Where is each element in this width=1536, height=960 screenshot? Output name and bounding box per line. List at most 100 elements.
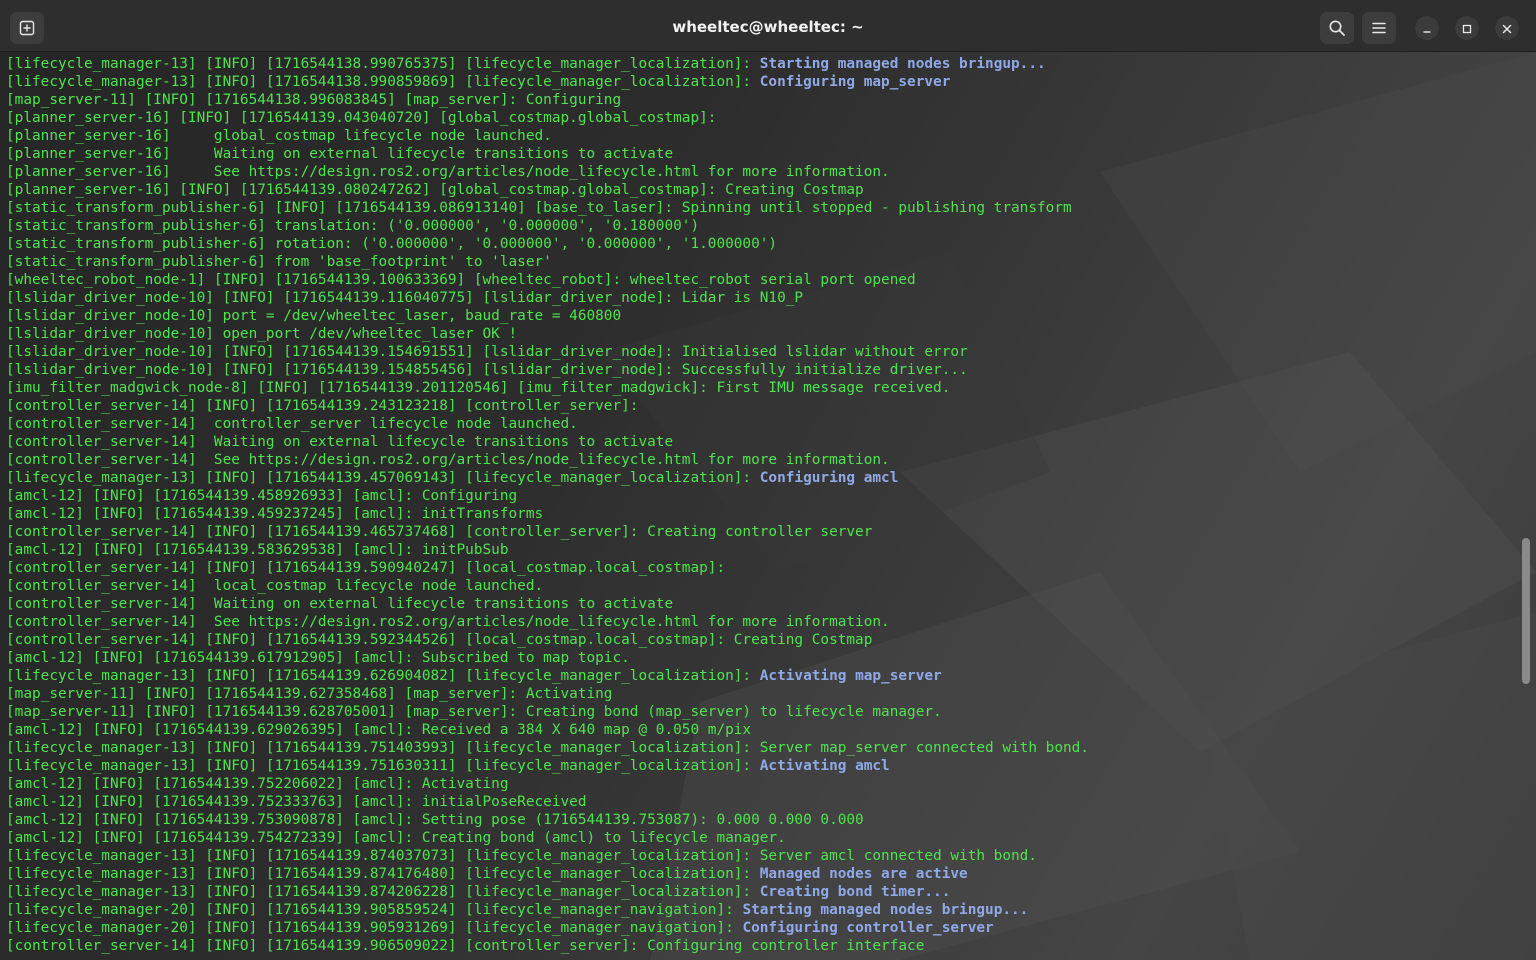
log-line-text: [planner_server-16] global_costmap lifec… <box>6 128 552 144</box>
log-line: [amcl-12] [INFO] [1716544139.754272339] … <box>6 829 1514 847</box>
log-line-text: [planner_server-16] See https://design.r… <box>6 164 890 180</box>
log-line-text: [controller_server-14] Waiting on extern… <box>6 596 674 612</box>
log-line-text: [amcl-12] [INFO] [1716544139.753090878] … <box>6 812 864 828</box>
log-line: [lifecycle_manager-20] [INFO] [171654413… <box>6 901 1514 919</box>
log-line: [controller_server-14] Waiting on extern… <box>6 595 1514 613</box>
log-line-text: [lslidar_driver_node-10] port = /dev/whe… <box>6 308 622 324</box>
minimize-icon <box>1422 19 1432 38</box>
log-line-highlight: Configuring amcl <box>759 470 899 486</box>
log-line-text: [amcl-12] [INFO] [1716544139.752206022] … <box>6 776 509 792</box>
log-line-text: [amcl-12] [INFO] [1716544139.459237245] … <box>6 506 544 522</box>
log-line-text: [planner_server-16] [INFO] [1716544139.0… <box>6 110 717 126</box>
log-line: [lslidar_driver_node-10] [INFO] [1716544… <box>6 343 1514 361</box>
log-line-text: [lslidar_driver_node-10] [INFO] [1716544… <box>6 362 968 378</box>
log-line: [controller_server-14] [INFO] [171654413… <box>6 937 1514 955</box>
log-line-text: [lifecycle_manager-13] [INFO] [171654413… <box>6 740 1089 756</box>
log-line: [lifecycle_manager-13] [INFO] [171654413… <box>6 73 1514 91</box>
log-line: [lifecycle_manager-13] [INFO] [171654413… <box>6 883 1514 901</box>
log-line-highlight: Starting managed nodes bringup... <box>742 902 1029 918</box>
log-line-highlight: Starting managed nodes bringup... <box>759 56 1046 72</box>
log-line: [planner_server-16] Waiting on external … <box>6 145 1514 163</box>
log-line: [controller_server-14] [INFO] [171654413… <box>6 523 1514 541</box>
titlebar[interactable]: wheeltec@wheeltec: ~ <box>0 0 1536 52</box>
scrollbar-thumb[interactable] <box>1522 538 1530 684</box>
log-line-text: [controller_server-14] controller_server… <box>6 416 578 432</box>
log-line: [map_server-11] [INFO] [1716544139.62735… <box>6 685 1514 703</box>
terminal-window: wheeltec@wheeltec: ~ [lifecycle_manager-… <box>0 0 1536 960</box>
log-line-text: [amcl-12] [INFO] [1716544139.458926933] … <box>6 488 518 504</box>
maximize-icon <box>1462 19 1472 38</box>
log-line: [amcl-12] [INFO] [1716544139.458926933] … <box>6 487 1514 505</box>
log-line: [amcl-12] [INFO] [1716544139.459237245] … <box>6 505 1514 523</box>
log-line: [wheeltec_robot_node-1] [INFO] [17165441… <box>6 271 1514 289</box>
log-line: [static_transform_publisher-6] translati… <box>6 217 1514 235</box>
terminal-output[interactable]: [lifecycle_manager-13] [INFO] [171654413… <box>6 55 1514 955</box>
menu-button[interactable] <box>1362 12 1396 44</box>
search-button[interactable] <box>1320 12 1354 44</box>
log-line: [controller_server-14] [INFO] [171654413… <box>6 631 1514 649</box>
log-line-highlight: Creating bond timer... <box>759 884 951 900</box>
log-line: [lifecycle_manager-13] [INFO] [171654413… <box>6 55 1514 73</box>
log-line: [map_server-11] [INFO] [1716544138.99608… <box>6 91 1514 109</box>
log-line: [amcl-12] [INFO] [1716544139.629026395] … <box>6 721 1514 739</box>
log-line-text: [wheeltec_robot_node-1] [INFO] [17165441… <box>6 272 916 288</box>
minimize-button[interactable] <box>1415 16 1439 40</box>
log-line-text: [controller_server-14] See https://desig… <box>6 614 890 630</box>
log-line: [lslidar_driver_node-10] open_port /dev/… <box>6 325 1514 343</box>
log-line-text: [lslidar_driver_node-10] [INFO] [1716544… <box>6 344 968 360</box>
log-line: [map_server-11] [INFO] [1716544139.62870… <box>6 703 1514 721</box>
window-title: wheeltec@wheeltec: ~ <box>672 18 864 36</box>
log-line-text: [lifecycle_manager-20] [INFO] [171654413… <box>6 902 743 918</box>
log-line-text: [lifecycle_manager-13] [INFO] [171654413… <box>6 668 760 684</box>
log-line: [lifecycle_manager-13] [INFO] [171654413… <box>6 865 1514 883</box>
log-line-text: [controller_server-14] [INFO] [171654413… <box>6 632 873 648</box>
log-line-text: [map_server-11] [INFO] [1716544138.99608… <box>6 92 622 108</box>
log-line: [lifecycle_manager-13] [INFO] [171654413… <box>6 757 1514 775</box>
log-line: [amcl-12] [INFO] [1716544139.583629538] … <box>6 541 1514 559</box>
hamburger-menu-icon <box>1371 21 1387 35</box>
log-line-text: [amcl-12] [INFO] [1716544139.754272339] … <box>6 830 786 846</box>
log-line-text: [amcl-12] [INFO] [1716544139.583629538] … <box>6 542 509 558</box>
log-line: [amcl-12] [INFO] [1716544139.752206022] … <box>6 775 1514 793</box>
log-line: [lslidar_driver_node-10] [INFO] [1716544… <box>6 361 1514 379</box>
close-button[interactable] <box>1495 16 1519 40</box>
log-line: [controller_server-14] controller_server… <box>6 415 1514 433</box>
log-line-text: [lifecycle_manager-13] [INFO] [171654413… <box>6 848 1038 864</box>
log-line-text: [lifecycle_manager-13] [INFO] [171654413… <box>6 56 760 72</box>
log-line-text: [amcl-12] [INFO] [1716544139.617912905] … <box>6 650 630 666</box>
log-line: [planner_server-16] global_costmap lifec… <box>6 127 1514 145</box>
log-line-text: [imu_filter_madgwick_node-8] [INFO] [171… <box>6 380 951 396</box>
log-line-text: [amcl-12] [INFO] [1716544139.752333763] … <box>6 794 587 810</box>
log-line: [lslidar_driver_node-10] [INFO] [1716544… <box>6 289 1514 307</box>
log-line: [planner_server-16] [INFO] [1716544139.0… <box>6 181 1514 199</box>
log-line: [controller_server-14] local_costmap lif… <box>6 577 1514 595</box>
log-line: [controller_server-14] [INFO] [171654413… <box>6 397 1514 415</box>
log-line: [static_transform_publisher-6] [INFO] [1… <box>6 199 1514 217</box>
log-line-text: [static_transform_publisher-6] [INFO] [1… <box>6 200 1072 216</box>
log-line: [amcl-12] [INFO] [1716544139.617912905] … <box>6 649 1514 667</box>
log-line-text: [static_transform_publisher-6] translati… <box>6 218 700 234</box>
log-line-text: [amcl-12] [INFO] [1716544139.629026395] … <box>6 722 752 738</box>
log-line-text: [controller_server-14] Waiting on extern… <box>6 434 674 450</box>
log-line-text: [planner_server-16] [INFO] [1716544139.0… <box>6 182 864 198</box>
log-line: [lifecycle_manager-13] [INFO] [171654413… <box>6 847 1514 865</box>
log-line: [amcl-12] [INFO] [1716544139.753090878] … <box>6 811 1514 829</box>
log-line-text: [lifecycle_manager-20] [INFO] [171654413… <box>6 920 743 936</box>
log-line-text: [lifecycle_manager-13] [INFO] [171654413… <box>6 866 760 882</box>
log-line-highlight: Activating amcl <box>759 758 890 774</box>
log-line: [lifecycle_manager-13] [INFO] [171654413… <box>6 667 1514 685</box>
log-line-text: [static_transform_publisher-6] from 'bas… <box>6 254 552 270</box>
maximize-button[interactable] <box>1455 16 1479 40</box>
log-line: [controller_server-14] See https://desig… <box>6 451 1514 469</box>
close-icon <box>1502 19 1512 38</box>
log-line-highlight: Managed nodes are active <box>759 866 968 882</box>
log-line: [imu_filter_madgwick_node-8] [INFO] [171… <box>6 379 1514 397</box>
log-line-text: [controller_server-14] [INFO] [171654413… <box>6 560 726 576</box>
log-line-text: [planner_server-16] Waiting on external … <box>6 146 674 162</box>
log-line-text: [lifecycle_manager-13] [INFO] [171654413… <box>6 470 760 486</box>
log-line-highlight: Activating map_server <box>759 668 942 684</box>
log-line-text: [map_server-11] [INFO] [1716544139.62870… <box>6 704 942 720</box>
log-line-highlight: Configuring map_server <box>759 74 951 90</box>
terminal-content[interactable]: [lifecycle_manager-13] [INFO] [171654413… <box>0 52 1536 960</box>
log-line: [static_transform_publisher-6] rotation:… <box>6 235 1514 253</box>
